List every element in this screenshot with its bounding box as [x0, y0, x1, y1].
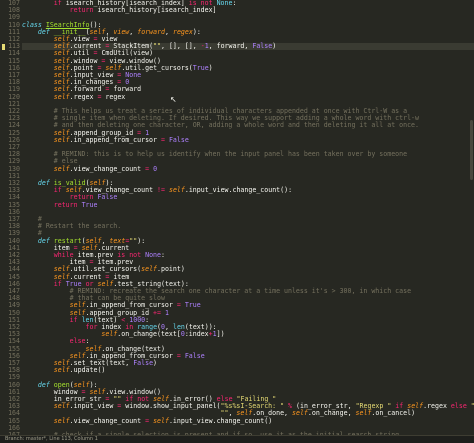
code-token: .in_append_from_cursor	[69, 135, 161, 144]
code-token: ):	[137, 236, 146, 245]
code-token: None	[145, 251, 161, 259]
code-token: !=	[157, 186, 165, 195]
code-token: ""	[153, 42, 161, 51]
code-line[interactable]: self.update()	[22, 367, 474, 374]
code-token: ])	[216, 330, 225, 339]
code-token: False	[133, 359, 154, 367]
code-token: False	[168, 135, 189, 144]
scrollbar-thumb[interactable]	[470, 120, 473, 180]
code-token: True	[81, 200, 98, 209]
code-token: regex	[101, 92, 126, 101]
code-token: False	[184, 351, 205, 360]
code-token: , forward,	[208, 42, 253, 51]
code-token: )	[208, 63, 213, 72]
code-token: self	[101, 330, 118, 339]
code-line[interactable]	[22, 209, 474, 216]
code-token: )	[153, 359, 158, 367]
code-token: .point)	[157, 265, 185, 274]
code-line[interactable]: self.on_change(text[0:index+1])	[22, 331, 474, 338]
code-token: :	[232, 0, 237, 7]
code-token: .input_view.change_count():	[184, 186, 293, 195]
code-line[interactable]: # Restart the search.	[22, 223, 474, 230]
code-area[interactable]: if isearch_history[isearch_index] is not…	[22, 0, 474, 435]
code-token: self	[53, 135, 70, 144]
mouse-cursor-icon: ↖	[170, 94, 177, 104]
code-token: self	[153, 416, 169, 425]
code-token: self	[292, 409, 308, 418]
code-line[interactable]: self.view_change_count = 0	[22, 164, 474, 173]
code-token: return	[53, 200, 78, 209]
code-token: self	[53, 416, 70, 425]
code-token: else	[450, 402, 467, 411]
code-line[interactable]: return True	[22, 200, 474, 209]
code-line[interactable]: self.regex = regex	[22, 92, 474, 101]
code-token: self	[53, 92, 70, 101]
code-token: :	[161, 251, 165, 259]
modified-line-marker	[2, 43, 5, 50]
code-token: regex	[172, 27, 193, 36]
code-token: forward	[137, 27, 166, 36]
code-token: .input_view.change_count()	[168, 416, 273, 425]
code-token: .on_cancel)	[371, 409, 416, 418]
status-text: Branch: master*, Line 113, Column 1	[5, 436, 98, 442]
code-token: None	[216, 0, 233, 7]
code-token: self	[355, 409, 372, 418]
code-token: , [], [],	[161, 42, 201, 51]
code-token: self	[168, 186, 185, 195]
code-token: # REMIND: this is to help us identify wh…	[22, 150, 408, 159]
code-token: self	[53, 164, 70, 173]
code-token: 0	[153, 164, 158, 173]
code-token: .view_change_count	[69, 416, 146, 425]
code-token: .on_change,	[307, 409, 356, 418]
code-token: self	[53, 366, 70, 375]
code-token: )	[272, 42, 277, 51]
code-token: :index	[184, 330, 209, 339]
code-token: ,	[165, 27, 173, 36]
code-token: True	[184, 301, 201, 310]
code-token: isearch_history[isearch_index]	[93, 6, 217, 15]
code-token: .regex	[69, 92, 98, 101]
code-token: .on_change(text[	[117, 330, 181, 339]
code-line[interactable]: self.in_append_from_cursor = False	[22, 135, 474, 144]
code-token: False	[97, 193, 118, 202]
code-token: .view_change_count	[69, 164, 146, 173]
code-token: .regex	[423, 402, 451, 411]
status-bar: Branch: master*, Line 113, Column 1	[0, 435, 474, 443]
code-line[interactable]: # REMIND: this is to help us identify wh…	[22, 151, 474, 158]
code-token: .update()	[69, 366, 106, 375]
code-editor[interactable]: 107 108 109 110 111 112 113 114 115 116 117 118 119 1…	[0, 0, 474, 435]
code-token: +=	[153, 308, 161, 317]
line-number-gutter: 107 108 109 110 111 112 113 114 115 116 117 118 119 1…	[0, 0, 22, 435]
code-token: self	[141, 265, 158, 274]
code-token: ):	[192, 27, 201, 36]
code-token: True	[192, 63, 209, 72]
code-token: 1	[164, 308, 169, 317]
code-line[interactable]: return isearch_history[isearch_index]	[22, 7, 474, 14]
code-token: False	[252, 42, 273, 51]
code-token: return	[69, 6, 94, 15]
code-line[interactable]: self.view_change_count = self.input_view…	[22, 416, 474, 425]
